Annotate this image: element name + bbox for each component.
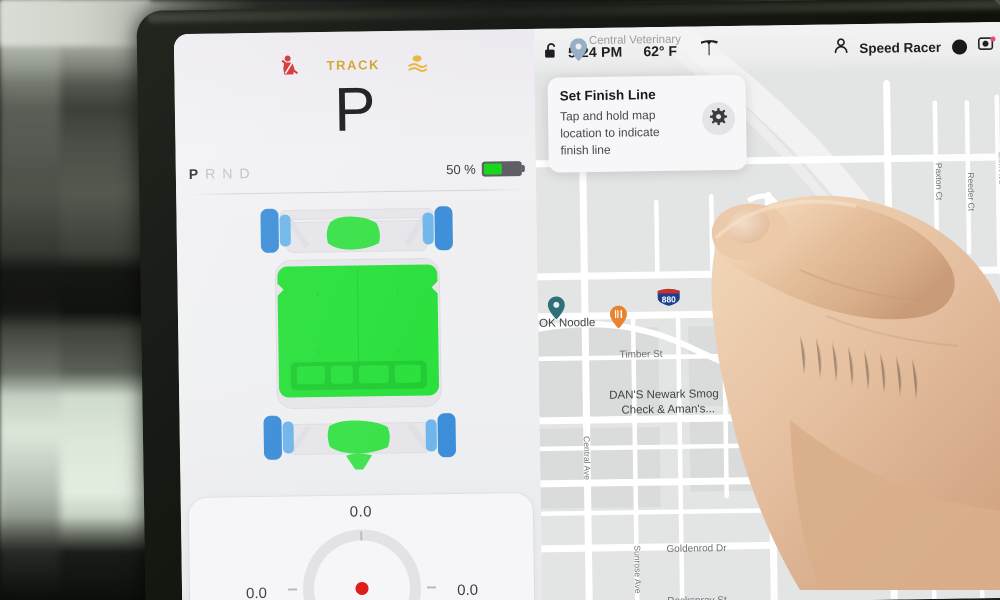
gear-option-p[interactable]: P — [189, 166, 206, 182]
g-tick-top — [360, 531, 362, 541]
dashcam-recording-icon[interactable] — [977, 36, 996, 56]
street-label-partial-right: shm Ave — [996, 151, 1000, 185]
gear-icon — [709, 107, 728, 130]
street-label-central-ave: Central Ave — [581, 436, 593, 480]
header-right-group: Speed Racer — [834, 36, 996, 58]
vehicle-chassis-diagram — [246, 198, 470, 491]
g-force-indicator-dot — [355, 581, 369, 596]
street-label-rockspray-st: Rockspray St — [667, 595, 727, 600]
highway-shield-number: 880 — [662, 294, 677, 304]
battery-icon — [481, 161, 522, 177]
dialog-body-text: Tap and hold map location to indicate fi… — [559, 108, 660, 158]
street-label-paxton-ct: Paxton Ct — [933, 162, 945, 201]
battery-percent-label: 50 % — [446, 161, 476, 178]
gear-option-n[interactable]: N — [222, 165, 239, 181]
car-interior-blur — [0, 0, 60, 600]
rear-motor — [327, 420, 390, 454]
driver-profile-name[interactable]: Speed Racer — [859, 39, 941, 55]
traction-slip-icon — [406, 53, 428, 73]
navigation-map-panel[interactable]: OK Noodle DAN'S Newark Smog Check & Aman… — [533, 21, 1000, 600]
poi-pin-restaurant[interactable] — [609, 305, 627, 329]
highway-shield-880: 880 — [656, 287, 682, 311]
seatbelt-warning-icon — [280, 54, 300, 76]
tesla-logo-icon[interactable] — [700, 39, 719, 62]
street-label-timber-st: Timber St — [619, 348, 663, 361]
g-tick-left — [288, 588, 298, 591]
gear-option-r[interactable]: R — [205, 165, 222, 181]
gear-selector-prnd[interactable]: PRND — [189, 165, 257, 182]
street-label-azalea-way: Azalea Way — [784, 365, 796, 411]
street-label-goldenrod-dr: Goldenrod Dr — [666, 543, 727, 555]
g-tick-right — [426, 586, 437, 589]
g-force-meter: 0.0 0.0 0.0 — [188, 492, 535, 600]
street-label-reeder-ct: Reeder Ct — [965, 172, 977, 212]
unlocked-padlock-icon[interactable] — [544, 42, 559, 63]
poi-pin-dans-smog[interactable] — [737, 385, 755, 409]
front-motor — [326, 216, 380, 250]
map-header-bar: 5:24 PM 62° F Speed Racer — [533, 21, 1000, 77]
navigation-arrow-icon — [866, 404, 889, 435]
street-label-cedars: Cedars — [943, 492, 977, 504]
g-force-top-value: 0.0 — [349, 503, 373, 521]
panel-divider — [188, 189, 525, 196]
poi-pin-ok-noodle[interactable] — [547, 296, 565, 320]
vehicle-status-panel: TRACK P PRND 50 % 0.0 0.0 0.0 — [173, 28, 543, 600]
photo-scene: TRACK P PRND 50 % 0.0 0.0 0.0 OK Noodle … — [0, 0, 1000, 600]
track-mode-label: TRACK — [326, 56, 381, 73]
dialog-title: Set Finish Line — [559, 87, 656, 104]
status-icon-row: TRACK — [174, 51, 534, 78]
tesla-touchscreen[interactable]: TRACK P PRND 50 % 0.0 0.0 0.0 OK Noodle … — [173, 21, 1000, 600]
street-label-pu: Pu — [868, 363, 882, 376]
poi-label-ok-noodle: OK Noodle — [539, 316, 596, 330]
set-finish-line-dialog[interactable]: Set Finish Line Tap and hold map locatio… — [547, 74, 747, 173]
current-gear-display: P — [333, 75, 377, 145]
battery-fill — [483, 163, 502, 175]
poi-label-dans-smog-line2: Check & Aman's... — [621, 403, 716, 417]
g-force-right-value: 0.0 — [457, 581, 479, 600]
poi-label-dans-smog-line1: DAN'S Newark Smog — [609, 388, 719, 402]
dialog-settings-button[interactable] — [701, 101, 736, 136]
street-label-robertson-ave: Robertson Ave — [888, 453, 899, 510]
gear-option-d[interactable]: D — [239, 165, 256, 181]
g-force-left-value: 0.0 — [245, 584, 268, 600]
street-label-sunrose-ave: Sunrose Ave — [632, 545, 644, 594]
battery-indicator[interactable]: 50 % — [446, 161, 522, 177]
circle-button-icon[interactable] — [951, 38, 968, 55]
poi-pin-central-veterinary[interactable] — [570, 38, 588, 62]
poi-label-central-veterinary: Central Veterinary — [588, 33, 682, 48]
person-icon[interactable] — [834, 38, 848, 58]
